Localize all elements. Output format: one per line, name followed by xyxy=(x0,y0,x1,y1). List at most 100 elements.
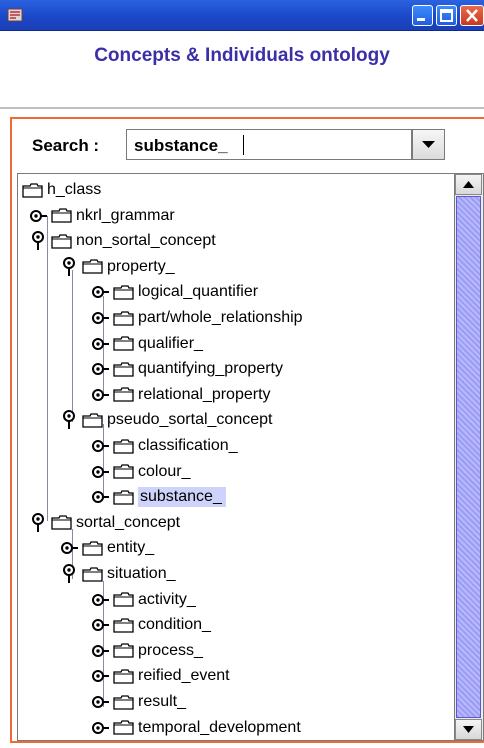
folder-icon xyxy=(51,515,72,530)
tree-node-label: entity_ xyxy=(107,539,155,557)
minimize-button[interactable] xyxy=(412,5,433,26)
tree-node[interactable]: logical_quantifier xyxy=(92,279,258,305)
tree-node-label: substance_ xyxy=(138,487,226,508)
folder-icon xyxy=(113,464,134,479)
scroll-down-button[interactable] xyxy=(455,719,482,740)
java-app-icon xyxy=(7,8,23,22)
tree-node-label: h_class xyxy=(47,181,102,198)
tree-node[interactable]: result_ xyxy=(92,689,186,715)
tree-node[interactable]: process_ xyxy=(92,638,203,664)
folder-icon xyxy=(51,234,72,249)
tree-connector xyxy=(72,270,73,422)
collapsed-handle-icon[interactable] xyxy=(92,435,109,457)
tree-node[interactable]: qualifier_ xyxy=(92,331,203,357)
search-label: Search : xyxy=(32,136,100,155)
collapsed-handle-icon[interactable] xyxy=(92,358,109,380)
tree-node[interactable]: reified_event xyxy=(92,663,230,689)
folder-icon xyxy=(82,541,103,556)
tree-node[interactable]: part/whole_relationship xyxy=(92,305,303,331)
collapsed-handle-icon[interactable] xyxy=(92,333,109,355)
collapsed-handle-icon[interactable] xyxy=(92,640,109,662)
tree-node-label: logical_quantifier xyxy=(138,283,259,301)
collapsed-handle-icon[interactable] xyxy=(92,665,109,687)
folder-icon xyxy=(113,438,134,454)
collapsed-handle-icon[interactable] xyxy=(92,486,109,508)
expanded-handle-icon[interactable] xyxy=(61,256,78,278)
folder-icon xyxy=(113,669,134,684)
tree-node[interactable]: activity_ xyxy=(92,587,196,613)
collapsed-handle-icon[interactable] xyxy=(92,461,109,483)
search-input[interactable] xyxy=(134,134,410,158)
folder-icon xyxy=(113,720,134,735)
tree-node-selected[interactable]: substance_ xyxy=(92,484,226,510)
folder-icon xyxy=(113,694,134,710)
collapsed-handle-icon[interactable] xyxy=(92,307,109,329)
tree-node-label: condition_ xyxy=(138,616,211,634)
folder-icon xyxy=(113,310,134,326)
tree-node[interactable]: entity_ xyxy=(61,535,154,561)
tree-node[interactable]: nkrl_grammar xyxy=(30,203,175,229)
tree-node-label: relational_property xyxy=(138,385,271,403)
tree-node[interactable]: colour_ xyxy=(92,459,190,485)
maximize-button[interactable] xyxy=(436,5,457,26)
tree-node[interactable]: situation_ xyxy=(61,561,176,587)
folder-icon xyxy=(82,259,103,274)
folder-icon xyxy=(82,566,103,582)
folder-icon xyxy=(113,336,134,351)
tree-node-label: process_ xyxy=(138,641,203,659)
tree-node-label: quantifying_property xyxy=(138,360,283,378)
collapsed-handle-icon[interactable] xyxy=(30,205,47,227)
scroll-up-button[interactable] xyxy=(455,174,482,195)
tree-node[interactable]: temporal_development xyxy=(92,715,301,741)
collapsed-handle-icon[interactable] xyxy=(92,717,109,739)
tree-node-label: non_sortal_concept xyxy=(76,232,216,250)
folder-icon xyxy=(113,490,134,505)
scrollbar-thumb[interactable] xyxy=(456,196,481,718)
folder-icon xyxy=(82,413,103,428)
expanded-handle-icon[interactable] xyxy=(30,230,47,252)
ontology-tree[interactable]: h_class nkrl_grammar non_sortal_conceptpro… xyxy=(17,173,454,741)
tree-node[interactable]: condition_ xyxy=(92,612,211,638)
chevron-down-icon xyxy=(422,141,435,148)
tree-node[interactable]: h_class xyxy=(22,177,101,203)
collapsed-handle-icon[interactable] xyxy=(92,614,109,636)
collapsed-handle-icon[interactable] xyxy=(92,384,109,406)
tree-node-label: colour_ xyxy=(138,462,191,480)
tree-node[interactable]: non_sortal_concept xyxy=(30,228,216,254)
folder-icon xyxy=(51,208,72,223)
expanded-handle-icon[interactable] xyxy=(61,409,78,431)
tree-node[interactable]: property_ xyxy=(61,254,175,280)
close-button[interactable] xyxy=(460,5,484,26)
search-dropdown-button[interactable] xyxy=(412,129,445,160)
tree-node-label: property_ xyxy=(107,257,175,275)
folder-icon xyxy=(113,643,134,658)
collapsed-handle-icon[interactable] xyxy=(92,691,109,713)
text-caret xyxy=(243,135,244,155)
tree-node-label: situation_ xyxy=(107,565,176,582)
window-titlebar[interactable] xyxy=(0,0,484,31)
tree-node-label: classification_ xyxy=(138,437,238,454)
scroll-down-arrow-icon xyxy=(463,726,474,733)
tree-node[interactable]: pseudo_sortal_concept xyxy=(61,407,272,433)
tree-node-label: part/whole_relationship xyxy=(138,309,303,326)
tree-node[interactable]: sortal_concept xyxy=(30,510,180,536)
collapsed-handle-icon[interactable] xyxy=(61,537,78,559)
tree-node-label: result_ xyxy=(138,693,187,710)
tree-node-label: qualifier_ xyxy=(138,334,203,352)
collapsed-handle-icon[interactable] xyxy=(92,589,109,611)
expanded-handle-icon[interactable] xyxy=(61,563,78,585)
tree-node[interactable]: quantifying_property xyxy=(92,356,283,382)
folder-icon xyxy=(113,592,134,607)
tree-node-label: activity_ xyxy=(138,590,196,608)
tree-connector xyxy=(47,216,48,521)
collapsed-handle-icon[interactable] xyxy=(92,281,109,303)
folder-icon xyxy=(113,362,134,377)
folder-icon xyxy=(113,285,134,300)
maximize-icon xyxy=(440,9,453,22)
expanded-handle-icon[interactable] xyxy=(30,512,47,534)
tree-node[interactable]: relational_property xyxy=(92,382,271,408)
tree-node-label: pseudo_sortal_concept xyxy=(107,411,273,429)
tree-node[interactable]: classification_ xyxy=(92,433,238,459)
folder-icon xyxy=(113,618,134,633)
tree-node-label: temporal_development xyxy=(138,718,301,736)
